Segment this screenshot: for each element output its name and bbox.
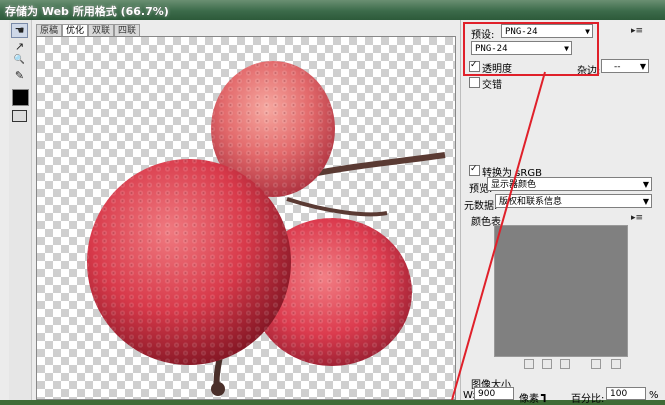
metadata-dropdown[interactable]: 版权和联系信息 ▼ — [495, 194, 652, 208]
percent-input[interactable]: 100 — [606, 387, 646, 400]
delete-color-icon[interactable] — [611, 359, 621, 369]
window-title: 存储为 Web 所用格式 (66.7%) — [5, 5, 169, 18]
toggle-slices-visibility-icon[interactable] — [12, 110, 27, 122]
interlaced-checkbox[interactable] — [469, 77, 480, 88]
chevron-down-icon: ▼ — [642, 197, 649, 206]
zoom-tool-icon[interactable]: 🔍 — [11, 53, 28, 68]
interlaced-label: 交错 — [482, 80, 502, 91]
convert-srgb-checkbox[interactable] — [469, 165, 480, 176]
percent-label: 百分比: — [571, 394, 605, 405]
metadata-label: 元数据: — [464, 201, 498, 212]
dialog-client-area: ☚ ↗ 🔍 ✎ 原稿 优化 双联 四联 预设: PNG-24 ▼ ▸≡ PNG-… — [0, 20, 665, 405]
chevron-down-icon: ▼ — [642, 180, 649, 189]
lychee-image — [87, 61, 446, 396]
map-color-icon[interactable] — [524, 359, 534, 369]
color-table-menu-icon[interactable]: ▸≡ — [631, 213, 643, 223]
metadata-value: 版权和联系信息 — [499, 197, 563, 207]
web-shift-icon[interactable] — [542, 359, 552, 369]
hand-tool-icon[interactable]: ☚ — [11, 23, 28, 38]
new-color-icon[interactable] — [591, 359, 601, 369]
percent-unit: % — [649, 390, 659, 401]
image-view: 原稿 优化 双联 四联 — [36, 24, 456, 400]
preview-value: 显示器颜色 — [491, 180, 537, 190]
preview-dropdown[interactable]: 显示器颜色 ▼ — [487, 177, 652, 191]
eyedropper-color-swatch[interactable] — [12, 89, 29, 106]
matte-dropdown[interactable]: -- ▼ — [601, 59, 649, 73]
lock-color-icon[interactable] — [560, 359, 570, 369]
width-input[interactable]: 900 — [474, 387, 514, 400]
settings-panel: 预设: PNG-24 ▼ ▸≡ PNG-24 ▼ 透明度 杂边: -- ▼ 交错… — [460, 20, 665, 405]
chevron-down-icon: ▼ — [639, 62, 646, 71]
highlight-box — [463, 22, 599, 76]
optimize-menu-icon[interactable]: ▸≡ — [631, 26, 643, 36]
percent-value: 100 — [610, 389, 628, 399]
unit-label: 像素 — [519, 394, 539, 405]
save-for-web-dialog: 存储为 Web 所用格式 (66.7%) ☚ ↗ 🔍 ✎ 原稿 优化 双联 四联 — [0, 0, 665, 405]
width-value: 900 — [478, 389, 496, 399]
color-table[interactable] — [494, 225, 628, 357]
eyedropper-tool-icon[interactable]: ✎ — [11, 68, 28, 83]
matte-value: -- — [614, 62, 621, 72]
title-bar[interactable]: 存储为 Web 所用格式 (66.7%) — [0, 0, 665, 20]
image-canvas[interactable] — [36, 36, 456, 400]
tool-column: ☚ ↗ 🔍 ✎ — [9, 20, 32, 400]
slice-select-tool-icon[interactable]: ↗ — [11, 39, 28, 54]
